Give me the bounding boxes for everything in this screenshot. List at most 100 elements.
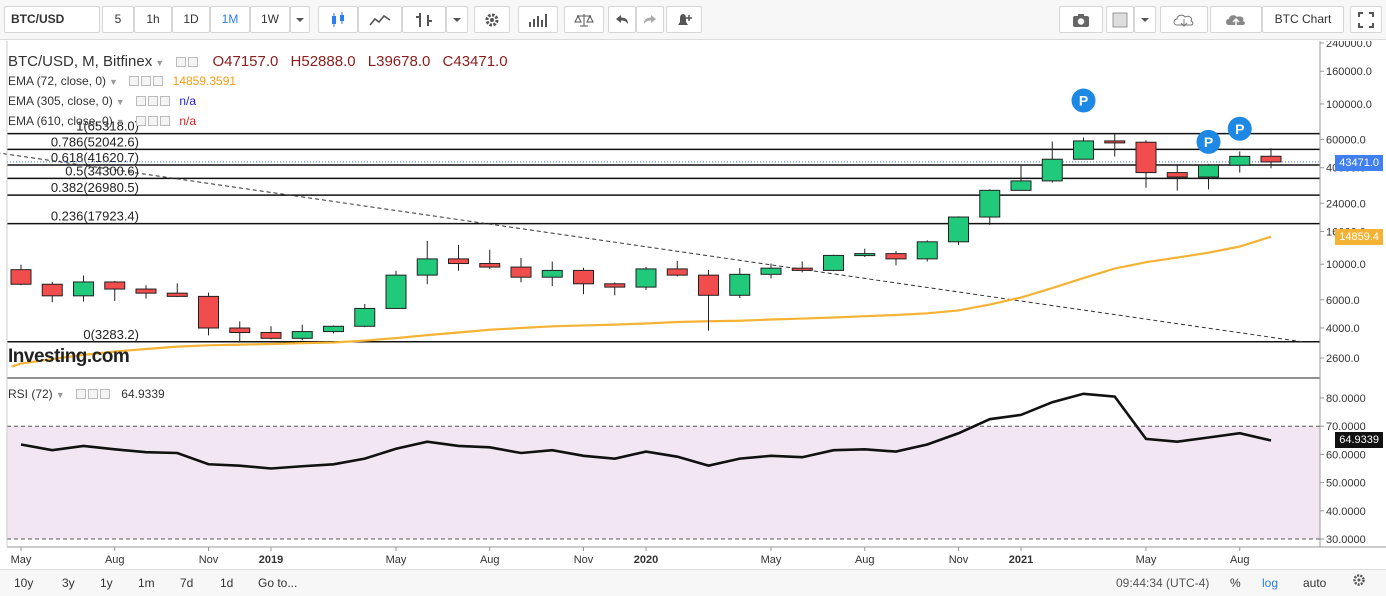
range-7d[interactable]: 7d: [180, 574, 193, 592]
percent-toggle[interactable]: %: [1230, 574, 1241, 592]
chart-type-dropdown[interactable]: [446, 6, 468, 33]
close-value: C43471.0: [442, 53, 508, 70]
interval-1w[interactable]: 1W: [250, 6, 290, 33]
candle-body: [104, 281, 126, 290]
candle-body: [354, 307, 376, 327]
candle-body: [166, 292, 188, 297]
bars-icon: [416, 13, 432, 27]
gear-icon[interactable]: [147, 116, 158, 126]
alert-button[interactable]: [666, 6, 702, 33]
ema610-legend: EMA (610, close, 0) ▼ n/a: [8, 114, 196, 128]
candle-body: [698, 274, 719, 296]
eye-icon[interactable]: [129, 76, 140, 86]
chart-area[interactable]: 1(65318.0) 0.786(52042.6) 0.618(41620.7) 0.…: [0, 41, 1386, 571]
candle-body: [135, 288, 157, 294]
rsi-legend: RSI (72) ▼ 64.9339: [8, 387, 165, 401]
candle-body: [291, 331, 313, 339]
chevron-down-icon[interactable]: ▼: [109, 77, 118, 87]
eye-icon[interactable]: [135, 96, 146, 106]
screenshot-button[interactable]: [1059, 6, 1103, 33]
volume-button[interactable]: [518, 6, 558, 33]
gear-icon[interactable]: [141, 76, 152, 86]
camera-icon: [1073, 14, 1089, 27]
color-dropdown[interactable]: [1134, 6, 1156, 33]
candle-body: [1041, 158, 1063, 182]
gear-icon[interactable]: [147, 96, 158, 106]
candle-body: [760, 267, 782, 275]
load-chart-button[interactable]: [1160, 6, 1208, 33]
time-axis-label: May: [1136, 554, 1157, 566]
save-chart-button[interactable]: [1210, 6, 1262, 33]
last-price-tag: 43471.0: [1335, 154, 1383, 171]
settings-button[interactable]: [474, 6, 510, 33]
price-axis-label: 2600.0: [1326, 353, 1360, 365]
chevron-down-icon[interactable]: ▼: [116, 117, 125, 127]
auto-toggle[interactable]: auto: [1303, 574, 1326, 592]
bottom-bar: 10y 3y 1y 1m 7d 1d Go to... 09:44:34 (UT…: [0, 569, 1386, 596]
rsi-axis-label: 80.0000: [1326, 393, 1366, 405]
range-3y[interactable]: 3y: [62, 574, 75, 592]
undo-button[interactable]: [608, 6, 636, 33]
compare-button[interactable]: [402, 6, 446, 33]
eye-icon[interactable]: [75, 389, 86, 399]
rsi-axis-label: 40.0000: [1326, 506, 1366, 518]
price-chart[interactable]: 1(65318.0)0.786(52042.6)0.618(41620.7)0.…: [0, 41, 1386, 571]
goto-date-button[interactable]: Go to...: [258, 574, 297, 592]
undo-icon: [616, 15, 628, 24]
gear-icon: [485, 13, 499, 27]
chevron-down-icon[interactable]: ▼: [56, 390, 65, 400]
fullscreen-icon: [1358, 12, 1374, 28]
range-1y[interactable]: 1y: [100, 574, 113, 592]
interval-dropdown[interactable]: [290, 6, 310, 33]
price-axis-label: 24000.0: [1326, 198, 1366, 210]
chevron-down-icon: [296, 18, 304, 22]
chart-name-label: BTC Chart: [1262, 6, 1344, 33]
rsi-axis-label: 70.0000: [1326, 421, 1366, 433]
chevron-down-icon[interactable]: ▼: [116, 97, 125, 107]
color-picker-button[interactable]: [1106, 6, 1134, 33]
candle-body: [510, 266, 532, 278]
gear-icon[interactable]: [188, 57, 199, 67]
scale-settings-button[interactable]: [1352, 573, 1366, 591]
redo-button[interactable]: [636, 6, 664, 33]
log-toggle[interactable]: log: [1262, 574, 1278, 592]
interval-1h[interactable]: 1h: [134, 6, 172, 33]
time-axis-label: May: [11, 554, 32, 566]
symbol-title: BTC/USD, M, Bitfinex: [8, 53, 153, 70]
interval-5[interactable]: 5: [102, 6, 134, 33]
fib-level-label: 0.786(52042.6): [51, 134, 139, 149]
compare-scales-button[interactable]: [564, 6, 604, 33]
close-icon[interactable]: [159, 96, 170, 106]
chevron-down-icon[interactable]: ▼: [155, 58, 164, 68]
fib-level-label: 0(3283.2): [83, 327, 139, 342]
close-icon[interactable]: [153, 76, 164, 86]
range-10y[interactable]: 10y: [14, 574, 33, 592]
interval-1m[interactable]: 1M: [210, 6, 250, 33]
close-icon[interactable]: [99, 389, 110, 399]
redo-icon: [644, 15, 656, 24]
price-axis-label: 60000.0: [1326, 135, 1366, 147]
close-icon[interactable]: [159, 116, 170, 126]
range-1m[interactable]: 1m: [138, 574, 155, 592]
candle-body: [604, 283, 626, 288]
eye-icon[interactable]: [135, 116, 146, 126]
candle-body: [260, 332, 282, 339]
candle-body: [448, 258, 469, 265]
eye-icon[interactable]: [176, 57, 187, 67]
candle-body: [73, 281, 94, 297]
symbol-input[interactable]: BTC/USD: [4, 6, 100, 33]
candles-type-button[interactable]: [318, 6, 358, 33]
candle-body: [229, 327, 251, 334]
candle-body: [1104, 140, 1126, 144]
fullscreen-button[interactable]: [1350, 6, 1382, 33]
range-1d[interactable]: 1d: [220, 574, 233, 592]
investing-logo: Investing.com: [8, 346, 130, 368]
price-axis-label: 6000.0: [1326, 295, 1360, 307]
gear-icon[interactable]: [87, 389, 98, 399]
interval-1d[interactable]: 1D: [172, 6, 210, 33]
ema305-value: n/a: [179, 94, 197, 108]
indicators-button[interactable]: [358, 6, 402, 33]
candle-body: [573, 269, 594, 285]
candle-body: [10, 269, 32, 285]
fib-level-label: 0.5(34300.6): [65, 163, 139, 178]
